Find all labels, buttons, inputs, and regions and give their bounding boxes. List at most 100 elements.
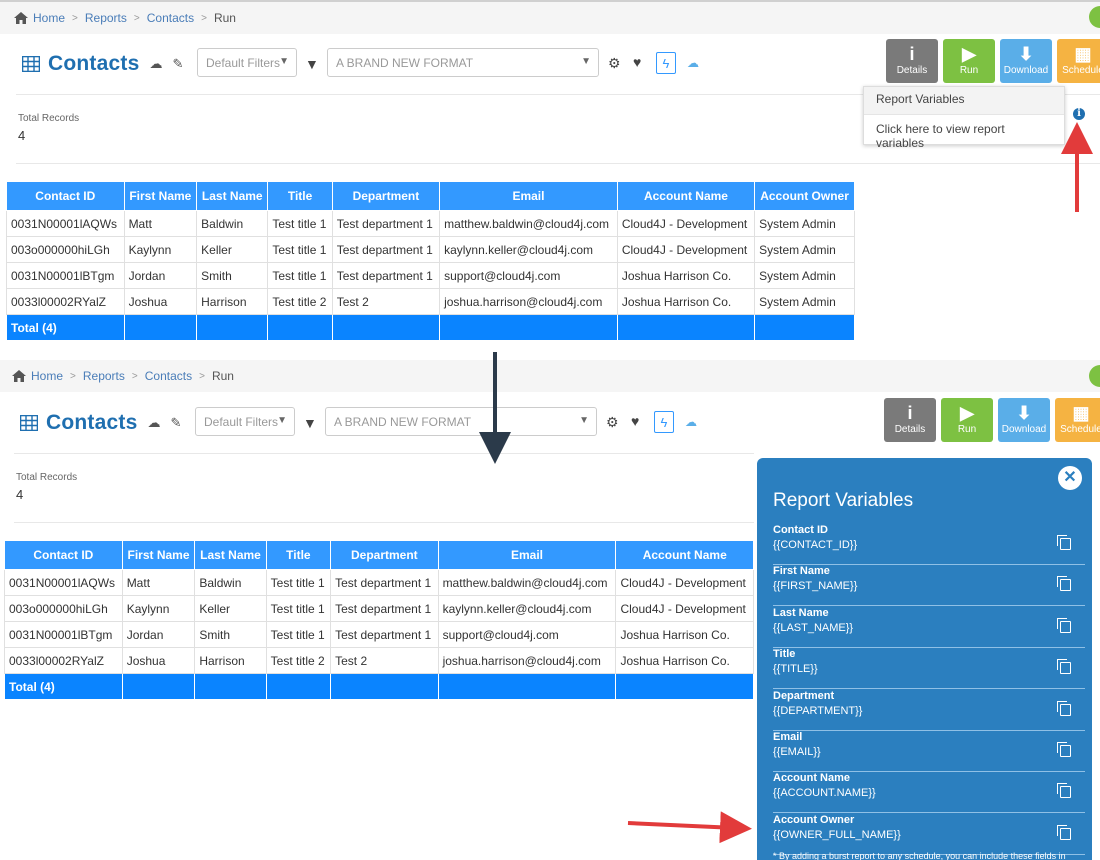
report-variables-footnote: * By adding a burst report to any schedu… (773, 851, 1066, 860)
table-cell: support@cloud4j.com (439, 262, 618, 289)
bolt-icon[interactable]: ϟ (654, 411, 674, 433)
total-records-value: 4 (18, 128, 26, 143)
table-cell: Test department 1 (330, 595, 439, 622)
breadcrumb-current: Run (213, 11, 236, 25)
heart-icon[interactable]: ♥ (633, 54, 641, 70)
copy-icon[interactable] (1057, 659, 1071, 675)
breadcrumb-separator: > (70, 370, 76, 382)
total-cell (194, 673, 267, 700)
filter-select[interactable]: Default Filters ▼ (195, 407, 295, 436)
column-header-title[interactable]: Title (267, 181, 333, 211)
filter-icon[interactable]: ▼ (305, 56, 319, 72)
total-cell (121, 673, 196, 700)
column-header-email[interactable]: Email (437, 540, 617, 570)
report-table: Contact ID First Name Last Name Title Depart… (6, 181, 855, 341)
table-cell: kaylynn.keller@cloud4j.com (437, 595, 617, 622)
report-variables-popover[interactable]: Report Variables Click here to view repo… (863, 86, 1065, 150)
download-button[interactable]: ⬇ Download (998, 398, 1050, 442)
breadcrumb-contacts[interactable]: Contacts (145, 369, 192, 383)
filter-icon[interactable]: ▼ (303, 415, 317, 431)
chevron-down-icon: ▼ (579, 415, 589, 426)
table-cell: Joshua (123, 288, 198, 315)
column-header-contact-id[interactable]: Contact ID (6, 181, 125, 211)
bolt-icon[interactable]: ϟ (656, 52, 676, 74)
table-cell: Kaylynn (121, 595, 196, 622)
grid-icon (20, 415, 38, 431)
action-buttons: i Details ▶ Run ⬇ Download ▦ Schedule (886, 39, 1100, 83)
table-cell: Test department 1 (330, 621, 439, 648)
details-button[interactable]: i Details (886, 39, 938, 83)
heart-icon[interactable]: ♥ (631, 413, 639, 429)
run-button[interactable]: ▶ Run (943, 39, 995, 83)
report-table: Contact ID First Name Last Name Title Depart… (4, 540, 754, 700)
copy-icon[interactable] (1057, 700, 1071, 716)
close-icon[interactable]: ✕ (1058, 466, 1082, 490)
column-header-department[interactable]: Department (331, 181, 441, 211)
gear-icon[interactable]: ⚙ (608, 55, 621, 72)
breadcrumb-contacts[interactable]: Contacts (147, 11, 194, 25)
schedule-button[interactable]: ▦ Schedule (1055, 398, 1100, 442)
variable-item-title: Title {{TITLE}} (773, 648, 1085, 690)
schedule-button[interactable]: ▦ Schedule (1057, 39, 1100, 83)
column-header-last-name[interactable]: Last Name (196, 181, 269, 211)
breadcrumb-home[interactable]: Home (33, 11, 65, 25)
table-cell: 0033l00002RYalZ (6, 288, 125, 315)
format-select[interactable]: A BRAND NEW FORMAT ▼ (327, 48, 599, 77)
copy-icon[interactable] (1057, 617, 1071, 633)
column-header-email[interactable]: Email (439, 181, 618, 211)
gear-icon[interactable]: ⚙ (606, 414, 619, 431)
column-header-last-name[interactable]: Last Name (194, 540, 267, 570)
variable-label: Account Name (773, 772, 851, 785)
column-header-first-name[interactable]: First Name (121, 540, 196, 570)
copy-icon[interactable] (1057, 824, 1071, 840)
table-total-row: Total (4) (4, 673, 754, 700)
total-label: Total (4) (4, 673, 123, 700)
variable-token: {{OWNER_FULL_NAME}} (773, 828, 901, 841)
schedule-label: Schedule (1060, 424, 1100, 435)
edit-icon[interactable]: ✎ (170, 415, 181, 431)
details-button[interactable]: i Details (884, 398, 936, 442)
column-header-first-name[interactable]: First Name (123, 181, 198, 211)
edit-icon[interactable]: ✎ (172, 56, 183, 72)
variable-token: {{FIRST_NAME}} (773, 580, 858, 593)
variable-token: {{DEPARTMENT}} (773, 704, 863, 717)
column-header-contact-id[interactable]: Contact ID (4, 540, 123, 570)
variable-item-last-name: Last Name {{LAST_NAME}} (773, 607, 1085, 648)
breadcrumb-reports[interactable]: Reports (85, 11, 127, 25)
popover-body[interactable]: Click here to view report variables (864, 115, 1064, 157)
copy-icon[interactable] (1057, 576, 1071, 592)
download-button[interactable]: ⬇ Download (1000, 39, 1052, 83)
table-cell: Test title 1 (267, 210, 333, 237)
table-cell: System Admin (754, 262, 855, 289)
table-cell: Cloud4J - Development (615, 595, 754, 622)
calendar-icon: ▦ (1074, 44, 1092, 64)
filter-select[interactable]: Default Filters ▼ (197, 48, 297, 77)
table-row: 003o000000hiLGh Kaylynn Keller Test title 1… (6, 236, 855, 263)
table-cell: Cloud4J - Development (616, 236, 756, 263)
cloud-download-icon[interactable]: ☁ (149, 56, 162, 72)
table-row: 0031N00001lBTgm Jordan Smith Test title 1 Te… (4, 621, 754, 648)
breadcrumb-reports[interactable]: Reports (83, 369, 125, 383)
column-header-account-owner[interactable]: Account Owner (754, 181, 855, 211)
divider (14, 453, 754, 454)
variable-label: Last Name (773, 606, 829, 619)
column-header-title[interactable]: Title (265, 540, 332, 570)
grid-icon (22, 56, 40, 72)
cloud-download-icon[interactable]: ☁ (147, 415, 160, 431)
copy-icon[interactable] (1057, 783, 1071, 799)
copy-icon[interactable] (1057, 535, 1071, 550)
table-cell: Keller (196, 236, 269, 263)
info-icon: i (907, 403, 913, 423)
info-icon[interactable]: i (1073, 108, 1085, 120)
column-header-department[interactable]: Department (330, 540, 439, 570)
page-title: Contacts (46, 411, 138, 434)
format-select[interactable]: A BRAND NEW FORMAT ▼ (325, 407, 597, 436)
copy-icon[interactable] (1057, 742, 1071, 757)
cloud-icon[interactable]: ☁ (685, 415, 697, 429)
column-header-account-name[interactable]: Account Name (615, 540, 754, 570)
run-button[interactable]: ▶ Run (941, 398, 993, 442)
total-cell (439, 314, 618, 341)
column-header-account-name[interactable]: Account Name (616, 181, 756, 211)
breadcrumb-home[interactable]: Home (31, 369, 63, 383)
cloud-icon[interactable]: ☁ (687, 56, 699, 70)
